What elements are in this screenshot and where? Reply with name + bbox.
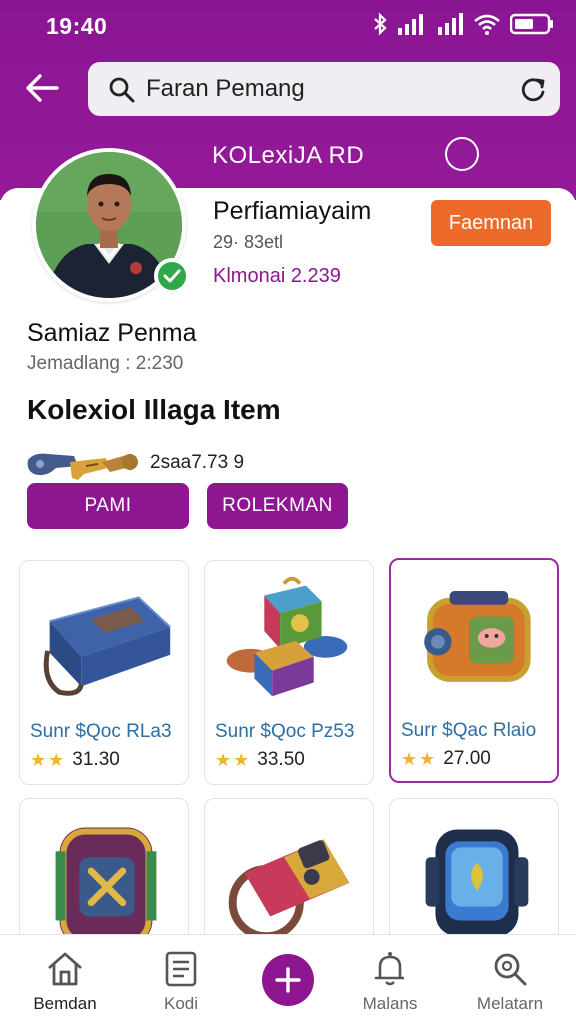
nav-label: Kodi (163, 994, 199, 1013)
bell-icon (374, 952, 404, 986)
document-icon (165, 951, 197, 987)
star-icon: ★ (30, 749, 47, 770)
status-icons (372, 12, 554, 36)
item-name: Sunr $Qoc RLa3 (30, 721, 172, 742)
star-icon: ★ (215, 749, 232, 770)
plus-icon (275, 967, 301, 993)
wrist-band-icon (55, 827, 157, 947)
home-icon (48, 952, 82, 986)
section-title: KOLexiJA RD (212, 142, 365, 169)
item-rating: ★ ★ 31.30 (30, 749, 120, 771)
arrow-left-icon (26, 74, 59, 102)
collection-value: 2saa7.73 9 (150, 452, 245, 473)
profile-subtitle: 29· 83etl (213, 232, 284, 252)
search-icon (494, 953, 527, 986)
bluetooth-icon (374, 12, 387, 36)
item-name: Surr $Qac Rlaio (401, 720, 537, 741)
profile-count: Klmonai 2.239 (213, 265, 341, 287)
user-name: Samiaz Penma (27, 319, 197, 347)
item-name: Sunr $Qoc Pz53 (215, 721, 355, 742)
nav-item-notifications[interactable]: Malans (335, 934, 445, 1024)
nav-label: Bemdan (33, 994, 97, 1013)
battery-icon (510, 13, 553, 35)
search-icon (109, 77, 135, 103)
item-card[interactable]: Sunr $Qoc Pz53 ★ ★ 33.50 (204, 560, 374, 785)
item-rating: ★ ★ 33.50 (215, 749, 305, 771)
treasure-chest-icon (424, 591, 531, 682)
item-price: 33.50 (257, 749, 305, 770)
search-bar[interactable]: Faran Pemang (88, 62, 560, 116)
item-card[interactable]: Sunr $Qoc RLa3 ★ ★ 31.30 (19, 560, 189, 785)
back-button[interactable] (20, 66, 64, 110)
option-circle-button[interactable] (445, 137, 479, 171)
blue-case-icon (43, 596, 171, 696)
rolekman-button[interactable]: ROLEKMAN (207, 483, 348, 529)
item-price: 27.00 (443, 748, 491, 769)
weapon-items-icon (27, 453, 138, 480)
item-rating: ★ ★ 27.00 (401, 748, 491, 770)
item-price: 31.30 (72, 749, 120, 770)
add-button[interactable] (262, 954, 314, 1006)
star-icon: ★ (419, 748, 436, 769)
item-card-selected[interactable]: Surr $Qac Rlaio ★ ★ 27.00 (389, 558, 559, 783)
user-meta: Jemadlang : 2:230 (27, 353, 184, 374)
status-bar: 19:40 (0, 0, 576, 52)
bracelet-icon (228, 839, 350, 941)
profile-name: Perfiamiayaim (213, 197, 372, 225)
signal-icon (398, 14, 423, 35)
star-icon: ★ (233, 749, 250, 770)
checkmark-icon (163, 269, 181, 283)
status-time: 19:40 (46, 13, 108, 39)
nav-label: Malans (362, 994, 418, 1013)
refresh-icon[interactable] (518, 75, 548, 105)
follow-button[interactable]: Faemnan (431, 200, 551, 246)
collection-title: Kolexiol Illaga Item (27, 394, 281, 425)
star-icon: ★ (401, 748, 418, 769)
nav-item-document[interactable]: Kodi (126, 934, 236, 1024)
cube-boxes-icon (226, 576, 348, 697)
verified-badge (154, 258, 190, 294)
wifi-icon (474, 14, 500, 35)
nav-item-home[interactable]: Bemdan (10, 934, 120, 1024)
star-icon: ★ (48, 749, 65, 770)
nav-item-search[interactable]: Melatarn (455, 934, 565, 1024)
watch-device-icon (425, 829, 529, 937)
signal-icon-2 (438, 13, 463, 35)
nav-label: Melatarn (476, 994, 544, 1013)
pami-button[interactable]: PAMI (27, 483, 189, 529)
search-input[interactable]: Faran Pemang (146, 75, 305, 103)
